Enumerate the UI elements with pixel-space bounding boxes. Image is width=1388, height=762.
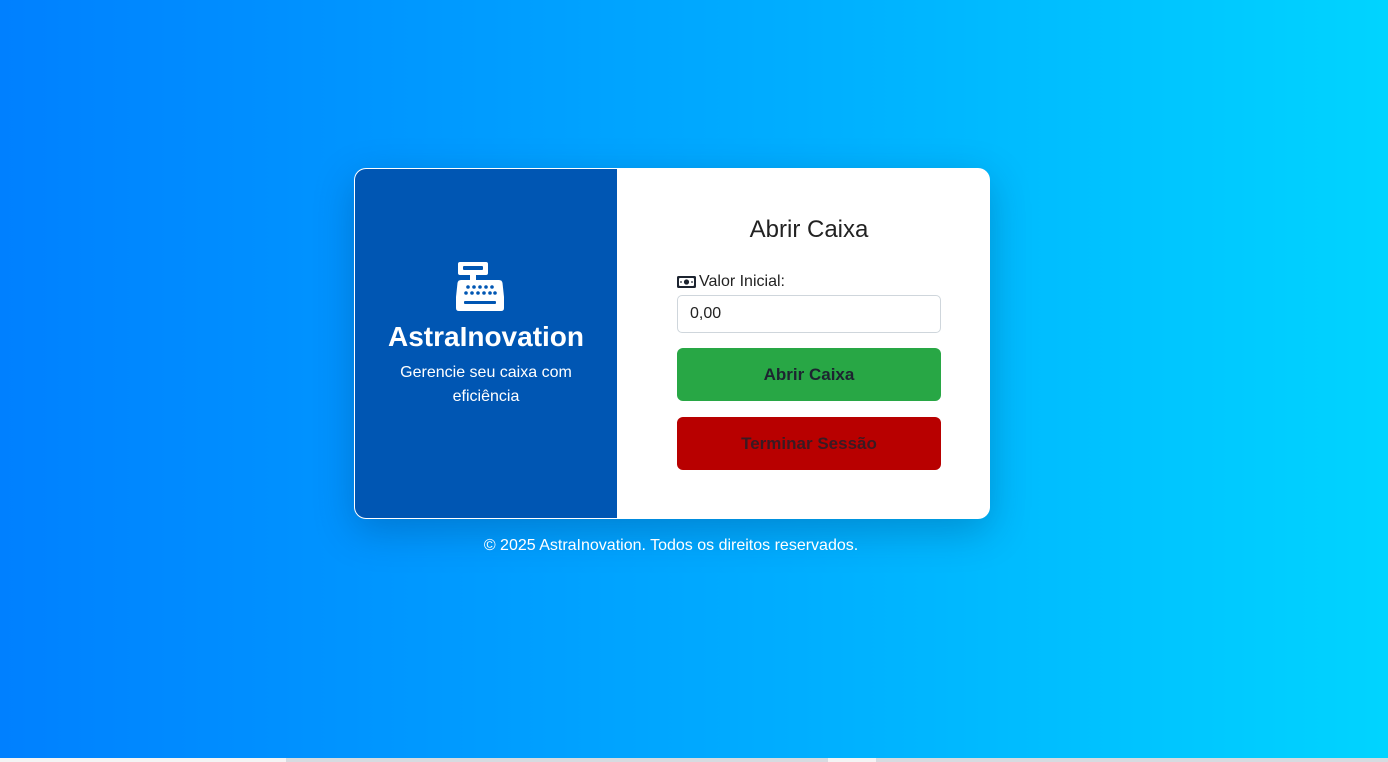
end-session-button[interactable]: Terminar Sessão <box>677 417 941 470</box>
footer-copyright: © 2025 AstraInovation. Todos os direitos… <box>483 537 859 554</box>
initial-value-input[interactable] <box>677 295 941 333</box>
initial-value-label-text: Valor Inicial: <box>699 273 785 290</box>
open-register-card: AstraInovation Gerencie seu caixa com ef… <box>354 168 990 519</box>
form-title: Abrir Caixa <box>749 216 869 243</box>
brand-panel: AstraInovation Gerencie seu caixa com ef… <box>355 169 617 518</box>
form-panel: Abrir Caixa Valor Inicial: Abrir Caixa T… <box>617 169 989 518</box>
cash-register-icon <box>456 262 504 311</box>
open-register-button[interactable]: Abrir Caixa <box>677 348 941 401</box>
taskbar-segment <box>828 758 876 762</box>
brand-name: AstraInovation <box>387 321 585 352</box>
taskbar-edge <box>0 758 1388 762</box>
initial-value-label: Valor Inicial: <box>677 272 785 292</box>
taskbar-segment <box>0 758 286 762</box>
brand-tagline: Gerencie seu caixa com eficiência <box>400 364 572 405</box>
money-bill-icon <box>677 276 696 288</box>
